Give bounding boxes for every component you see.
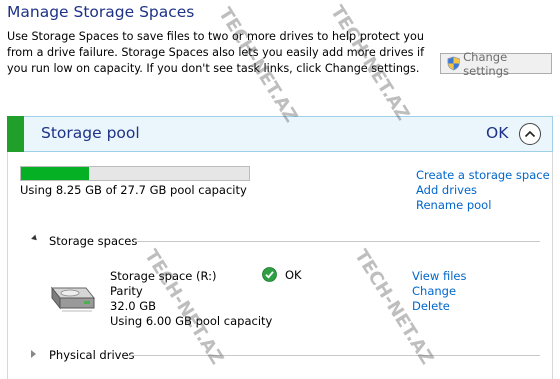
section-divider [134, 241, 540, 242]
pool-status-accent [7, 116, 24, 152]
storage-space-size: 32.0 GB [110, 299, 157, 313]
chevron-up-icon [524, 130, 536, 138]
change-space-link[interactable]: Change [412, 284, 456, 298]
add-drives-link[interactable]: Add drives [416, 183, 477, 197]
hard-drive-icon [50, 286, 96, 312]
pool-capacity-fill [21, 167, 89, 180]
change-settings-label: Change settings [463, 49, 510, 78]
physical-drives-section-label[interactable]: Physical drives [49, 348, 135, 362]
delete-space-link[interactable]: Delete [412, 299, 450, 313]
pool-capacity-bar [20, 166, 250, 181]
change-settings-button[interactable]: Change settings [440, 50, 552, 78]
collapsed-arrow-icon[interactable] [31, 350, 36, 358]
create-storage-space-link[interactable]: Create a storage space [416, 168, 550, 182]
ok-check-icon [262, 267, 277, 282]
rename-pool-link[interactable]: Rename pool [416, 198, 491, 212]
view-files-link[interactable]: View files [412, 269, 466, 283]
storage-space-resiliency: Parity [110, 284, 143, 298]
storage-pool-status: OK [486, 124, 509, 142]
page-title: Manage Storage Spaces [7, 3, 195, 21]
pool-capacity-text: Using 8.25 GB of 27.7 GB pool capacity [20, 183, 247, 197]
storage-pool-title: Storage pool [41, 124, 140, 142]
uac-shield-icon [447, 56, 460, 71]
collapse-button[interactable] [519, 123, 541, 145]
storage-spaces-section-label[interactable]: Storage spaces [49, 234, 137, 248]
section-divider [128, 355, 540, 356]
storage-space-status: OK [285, 268, 302, 282]
